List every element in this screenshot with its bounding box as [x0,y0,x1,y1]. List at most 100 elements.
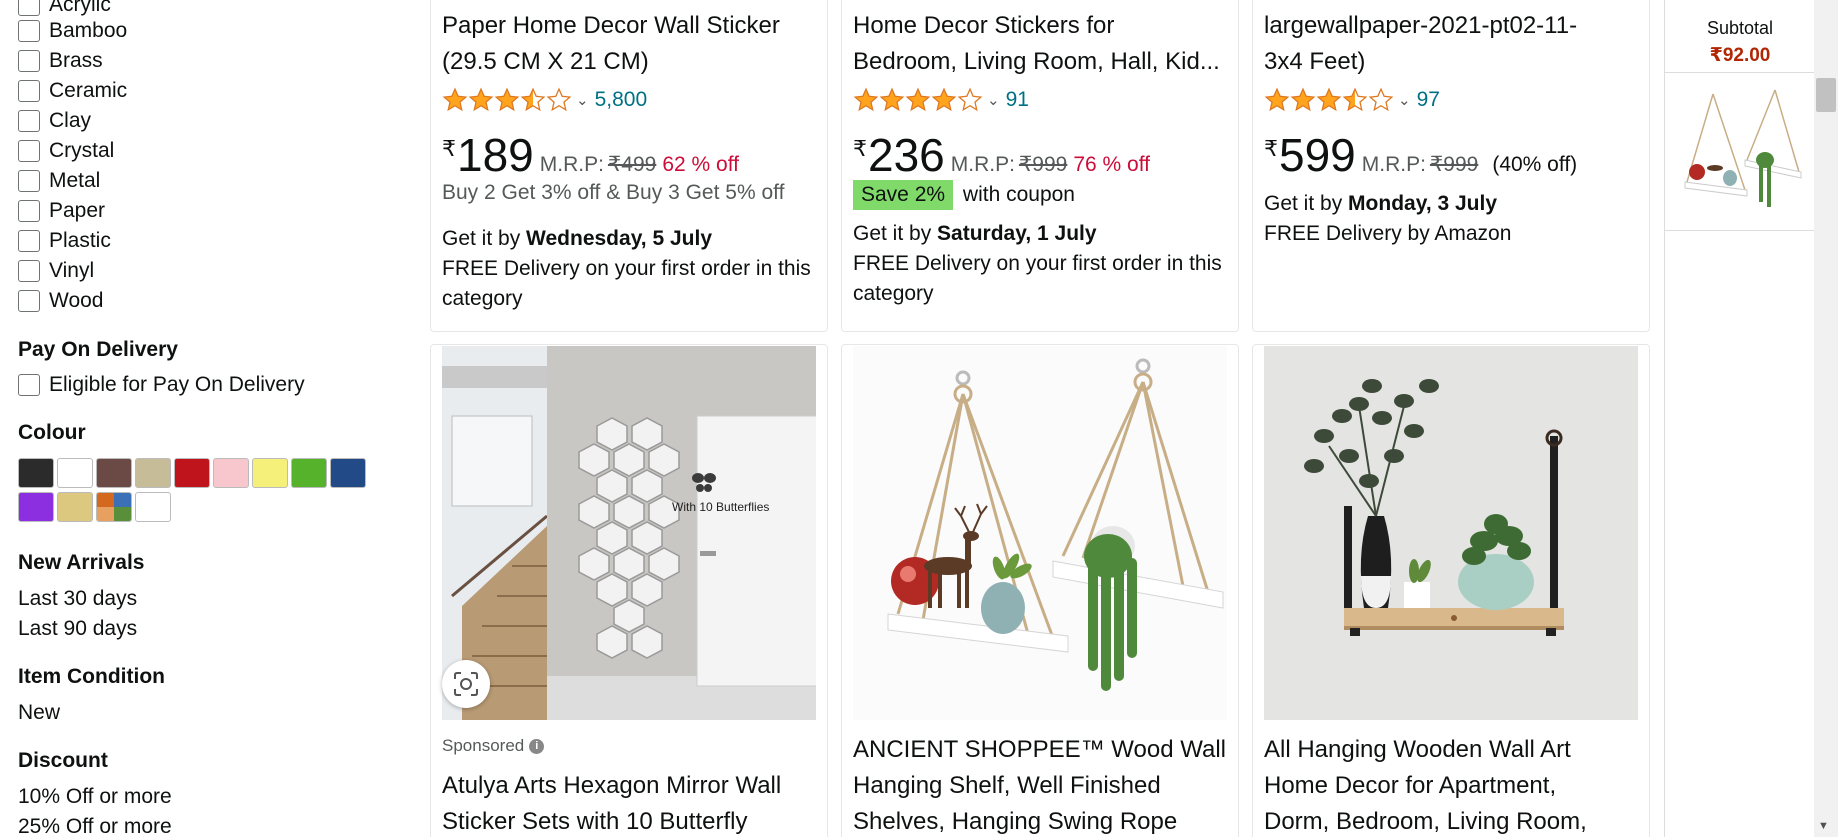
product-title[interactable]: Bedroom, Living Room, Hall, Kid... [853,44,1220,80]
colour-swatch[interactable] [291,458,327,488]
product-title[interactable]: Hanging Shelf, Well Finished [853,768,1161,804]
product-title[interactable]: Home Decor for Apartment, [1264,768,1556,804]
product-title[interactable]: Dorm, Bedroom, Living Room, [1264,804,1587,837]
checkbox[interactable] [18,0,40,16]
filter-material-acrylic[interactable]: Acrylic [18,0,111,18]
delivery-date: Saturday, 1 July [937,222,1097,245]
discount-percent: 62 % off [662,153,739,176]
rating-count[interactable]: 91 [1006,88,1029,112]
colour-swatch[interactable] [135,458,171,488]
checkbox[interactable] [18,50,40,72]
filter-label: Bamboo [49,19,128,42]
colour-swatch[interactable] [57,458,93,488]
filter-material-vinyl[interactable]: Vinyl [18,258,94,284]
mirror-sticker-image: With 10 Butterflies [442,346,816,720]
product-rating[interactable]: ⌄ 97 [1264,86,1440,114]
star-rating-icon [442,87,572,113]
filter-material-crystal[interactable]: Crystal [18,138,114,164]
product-title[interactable]: Atulya Arts Hexagon Mirror Wall [442,768,781,804]
colour-swatch[interactable] [252,458,288,488]
coupon-badge: Save 2% [853,180,954,210]
chevron-down-icon: ⌄ [987,92,1000,109]
product-title[interactable]: ANCIENT SHOPPEE™ Wood Wall [853,732,1226,768]
colour-swatch[interactable] [18,492,54,522]
wooden-shelf-image [1264,346,1638,720]
star-icon [905,87,931,112]
colour-swatch[interactable] [174,458,210,488]
filter-discount-25[interactable]: 25% Off or more [18,815,172,837]
colour-swatch[interactable] [57,492,93,522]
checkbox[interactable] [18,170,40,192]
star-icon [1290,87,1316,112]
price-amount: 189 [457,129,534,181]
filter-discount-10[interactable]: 10% Off or more [18,785,172,809]
rating-count[interactable]: 97 [1417,88,1440,112]
scrollbar-track[interactable] [1814,0,1838,837]
star-rating-icon [1264,87,1394,113]
filter-material-metal[interactable]: Metal [18,168,100,194]
filter-material-plastic[interactable]: Plastic [18,228,111,254]
colour-swatch[interactable] [18,458,54,488]
filter-material-paper[interactable]: Paper [18,198,105,224]
product-rating[interactable]: ⌄ 5,800 [442,86,647,114]
product-title[interactable]: Paper Home Decor Wall Sticker [442,8,780,44]
filter-condition-new[interactable]: New [18,701,60,725]
checkbox[interactable] [18,110,40,132]
star-icon [1316,87,1342,112]
product-image[interactable]: With 10 Butterflies [442,346,816,720]
colour-swatch[interactable] [135,492,171,522]
colour-swatch[interactable] [96,492,132,522]
filter-material-ceramic[interactable]: Ceramic [18,78,127,104]
product-title[interactable]: All Hanging Wooden Wall Art [1264,732,1571,768]
star-icon [468,87,494,112]
filter-label: Ceramic [49,79,128,102]
price-amount: 236 [868,129,945,181]
filter-label: Acrylic [49,0,111,16]
discount-percent: (40% off) [1492,153,1578,176]
product-price: ₹ 599 M.R.P: ₹999 (40% off) [1264,130,1577,180]
filters-sidebar: Acrylic Bamboo Brass Ceramic Clay Crysta… [0,0,420,837]
delivery-date: Monday, 3 July [1348,192,1498,215]
mrp-label: M.R.P: [950,153,1015,176]
product-title[interactable]: Shelves, Hanging Swing Rope [853,804,1177,837]
filter-material-clay[interactable]: Clay [18,108,91,134]
filter-material-bamboo[interactable]: Bamboo [18,18,127,44]
filter-last-90-days[interactable]: Last 90 days [18,617,137,641]
delivery-info: Get it by Monday, 3 July [1264,189,1497,219]
checkbox[interactable] [18,230,40,252]
checkbox[interactable] [18,200,40,222]
product-title[interactable]: largewallpaper-2021-pt02-11- [1264,8,1577,44]
swing-shelf-thumbnail [1675,86,1805,216]
colour-swatch[interactable] [213,458,249,488]
delivery-note: FREE Delivery on your first order in thi… [442,257,811,280]
info-icon[interactable]: i [529,738,545,754]
checkbox[interactable] [18,290,40,312]
filter-last-30-days[interactable]: Last 30 days [18,587,137,611]
checkbox[interactable] [18,80,40,102]
filter-label: Plastic [49,229,111,252]
image-caption: With 10 Butterflies [672,500,769,514]
product-title[interactable]: Sticker Sets with 10 Butterfly [442,804,747,837]
cart-item-thumbnail[interactable] [1675,86,1805,216]
checkbox[interactable] [18,260,40,282]
colour-swatch[interactable] [330,458,366,488]
checkbox[interactable] [18,20,40,42]
scroll-down-arrow-icon[interactable]: ▼ [1818,820,1829,832]
delivery-info: Get it by Saturday, 1 July [853,219,1097,249]
product-title[interactable]: Home Decor Stickers for [853,8,1114,44]
checkbox[interactable] [18,140,40,162]
filter-pay-on-delivery[interactable]: Eligible for Pay On Delivery [18,372,305,398]
visual-search-button[interactable] [442,660,490,708]
colour-swatch[interactable] [96,458,132,488]
product-image[interactable] [1264,346,1638,720]
product-title[interactable]: 3x4 Feet) [1264,44,1365,80]
product-image[interactable] [853,346,1227,720]
product-title[interactable]: (29.5 CM X 21 CM) [442,44,649,80]
checkbox[interactable] [18,374,40,396]
rating-count[interactable]: 5,800 [595,88,648,112]
product-rating[interactable]: ⌄ 91 [853,86,1029,114]
delivery-prefix: Get it by [1264,192,1343,215]
scrollbar-thumb[interactable] [1816,78,1836,112]
filter-material-wood[interactable]: Wood [18,288,103,314]
filter-material-brass[interactable]: Brass [18,48,103,74]
